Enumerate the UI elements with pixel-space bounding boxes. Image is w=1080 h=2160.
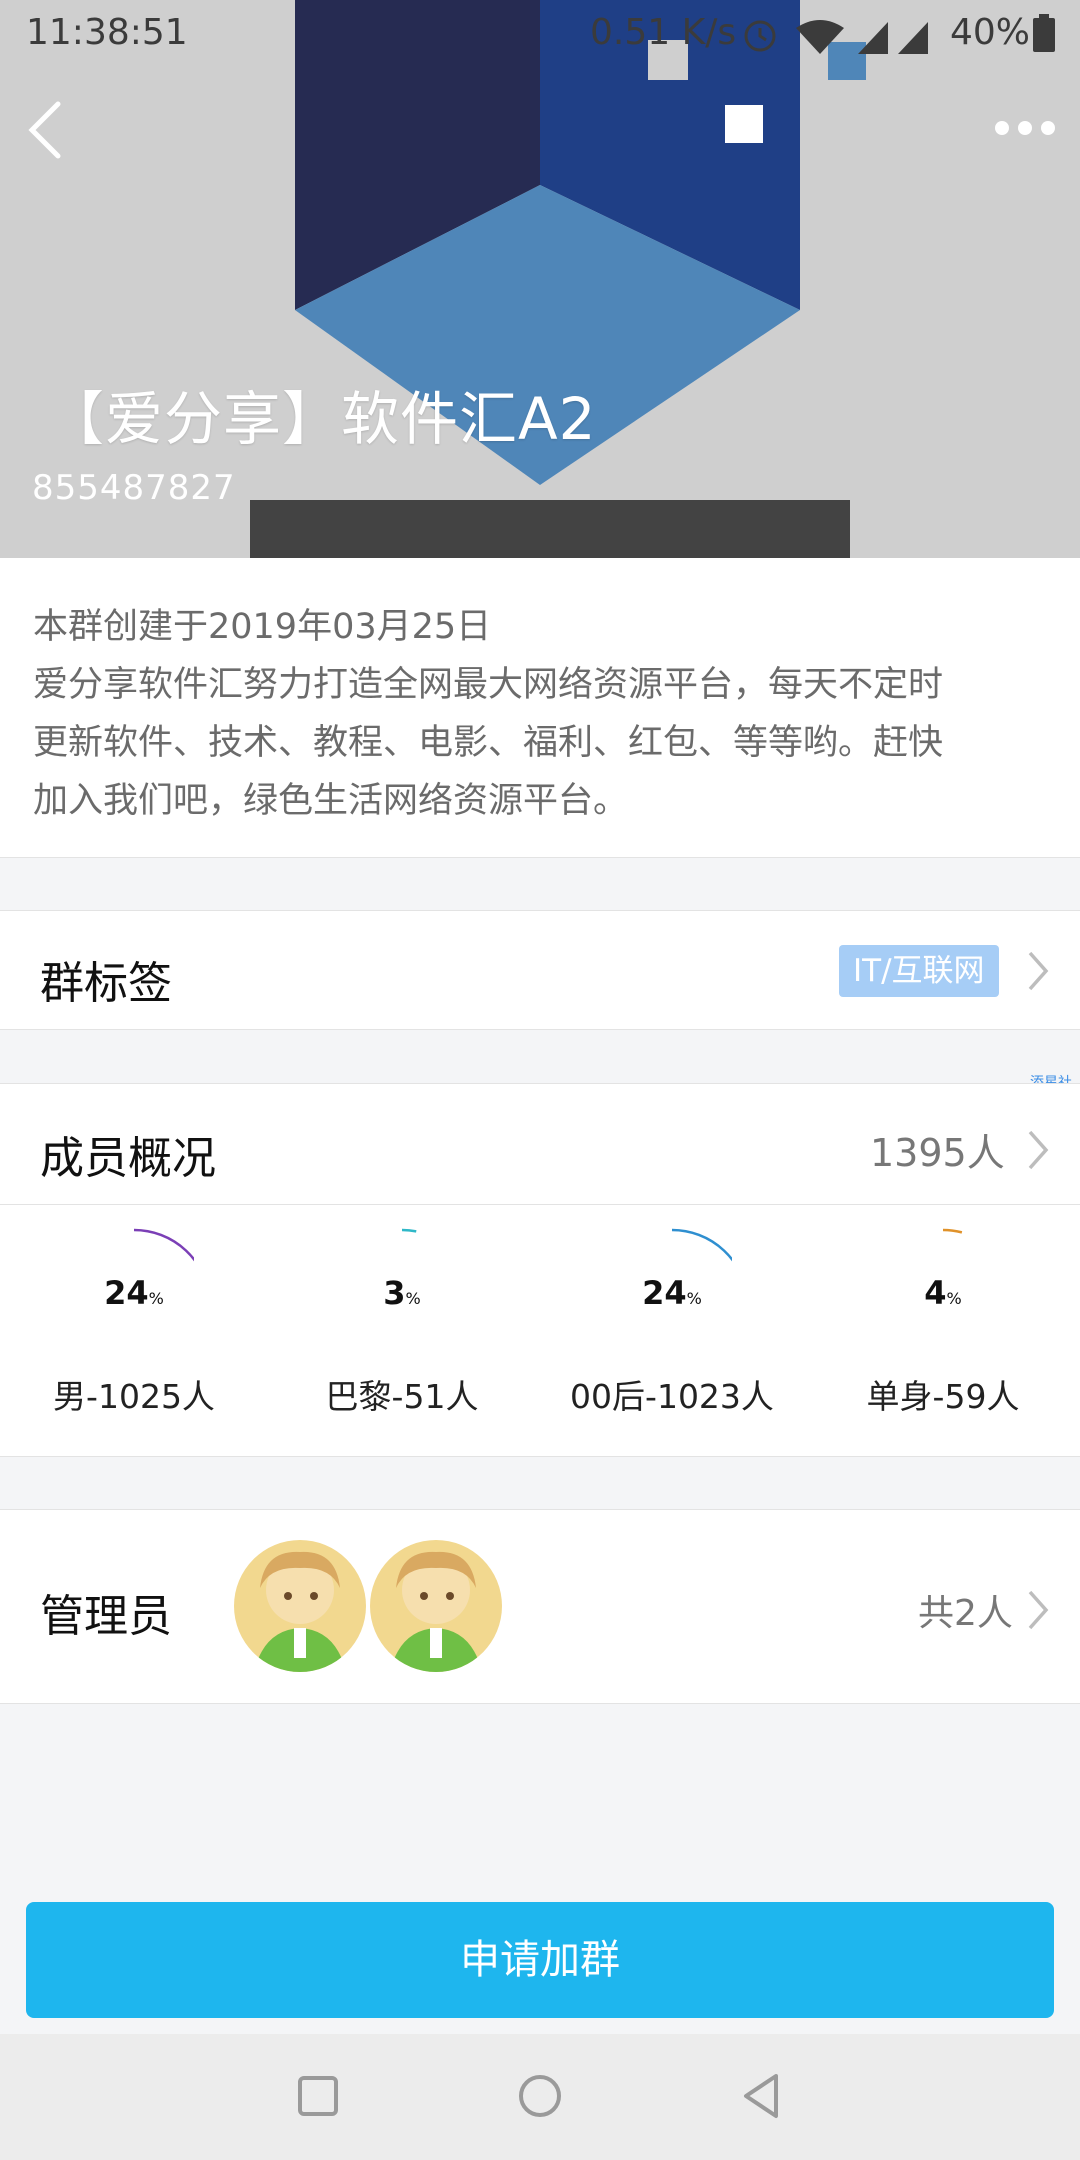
status-time: 11:38:51 <box>26 12 188 53</box>
description-line: 爱分享软件汇努力打造全网最大网络资源平台，每天不定时 <box>33 665 944 705</box>
battery-icon <box>1033 14 1055 52</box>
members-label: 成员概况 <box>40 1133 216 1184</box>
group-cover: 11:38:51 0.51 K/s 40% 【爱分享】软件汇A2 8554878… <box>0 0 1080 558</box>
stat-value: 24 <box>642 1274 687 1312</box>
admins-count: 共2人 <box>918 1593 1013 1634</box>
stat-value: 24 <box>104 1274 149 1312</box>
back-arrow-icon[interactable] <box>18 98 82 162</box>
status-bar: 11:38:51 0.51 K/s 40% <box>0 0 1080 68</box>
system-nav-bar <box>0 2034 1080 2160</box>
description-line: 更新软件、技术、教程、电影、福利、红包、等等哟。赶快 <box>33 723 944 763</box>
description-text: 本群创建于2019年03月25日 爱分享软件汇努力打造全网最大网络资源平台，每天… <box>33 598 1053 830</box>
members-count[interactable]: 1395人 <box>870 1122 1005 1177</box>
stat-relationship: 4% 单身-59人 <box>833 1224 1053 1434</box>
stat-unit: % <box>148 1289 164 1308</box>
group-tags-row[interactable]: 群标签 IT/互联网 <box>0 910 1080 1030</box>
stat-gender: 24% 男-1025人 <box>24 1224 244 1434</box>
stat-value: 4 <box>924 1274 947 1312</box>
stat-label: 单身-59人 <box>866 1377 1020 1416</box>
signal-icon-2 <box>898 22 928 54</box>
more-dots-icon[interactable] <box>990 108 1060 148</box>
stat-label: 巴黎-51人 <box>325 1377 479 1416</box>
home-icon[interactable] <box>508 2064 572 2128</box>
network-speed: 0.51 K/s <box>590 12 737 53</box>
stat-unit: % <box>686 1289 702 1308</box>
group-description: 本群创建于2019年03月25日 爱分享软件汇努力打造全网最大网络资源平台，每天… <box>0 558 1080 858</box>
battery-level: 40% <box>950 12 1031 53</box>
chevron-right-icon <box>1028 1590 1049 1630</box>
stat-label: 00后-1023人 <box>570 1377 774 1416</box>
description-line: 本群创建于2019年03月25日 <box>33 607 492 647</box>
stat-unit: % <box>405 1289 421 1308</box>
status-icons <box>744 20 928 54</box>
chevron-right-icon <box>1028 951 1049 991</box>
stat-value: 3 <box>383 1274 406 1312</box>
stat-unit: % <box>946 1289 962 1308</box>
group-id: 855487827 <box>32 468 236 508</box>
back-nav-icon[interactable] <box>730 2064 794 2128</box>
admins-label: 管理员 <box>40 1591 172 1642</box>
stat-label: 男-1025人 <box>53 1377 215 1416</box>
divider <box>0 1204 1080 1205</box>
tag-badge: IT/互联网 <box>839 945 999 997</box>
stat-location: 3% 巴黎-51人 <box>292 1224 512 1434</box>
group-tags-label: 群标签 <box>40 958 172 1009</box>
avatar[interactable] <box>370 1540 502 1672</box>
admins-row[interactable]: 管理员 共2人 <box>0 1509 1080 1704</box>
recents-icon[interactable] <box>286 2064 350 2128</box>
avatar[interactable] <box>234 1540 366 1672</box>
group-title: 【爱分享】软件汇A2 <box>46 385 597 453</box>
chevron-right-icon[interactable] <box>1024 1128 1052 1172</box>
stat-age: 24% 00后-1023人 <box>562 1224 782 1434</box>
wifi-icon <box>796 20 844 54</box>
signal-icon <box>858 22 888 54</box>
members-overview: 成员概况 1395人 24% 男-1025人 3% 巴黎-51人 24% 00后… <box>0 1083 1080 1457</box>
join-group-button[interactable]: 申请加群 <box>26 1902 1054 2018</box>
description-line: 加入我们吧，绿色生活网络资源平台。 <box>33 781 629 821</box>
